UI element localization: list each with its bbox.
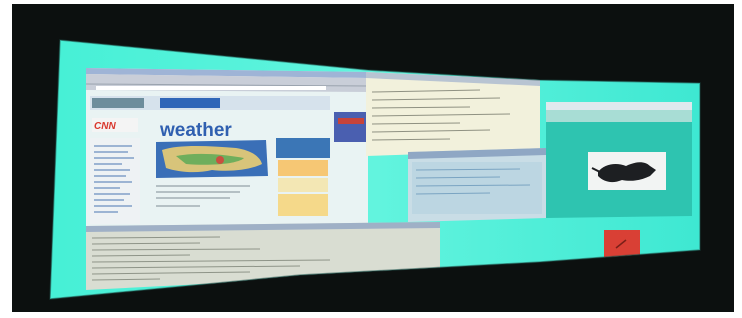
forecast-box-b (278, 178, 328, 192)
left-nav-column (90, 138, 140, 224)
forecast-panel (276, 138, 330, 158)
ad-column (334, 112, 368, 142)
map-storm (216, 156, 224, 164)
ad-column-red (338, 118, 364, 124)
address-bar (96, 86, 326, 90)
image-viewer-toolbar (546, 110, 692, 122)
forecast-box-a (278, 160, 328, 176)
header-photo (92, 98, 144, 108)
image-viewer-title-bar (546, 102, 692, 110)
header-banner (160, 98, 220, 108)
forecast-box-c (278, 194, 328, 216)
photo-of-projected-wall-display: CNN weather (0, 0, 742, 318)
site-logo: CNN (94, 121, 116, 132)
weather-heading: weather (159, 120, 232, 141)
